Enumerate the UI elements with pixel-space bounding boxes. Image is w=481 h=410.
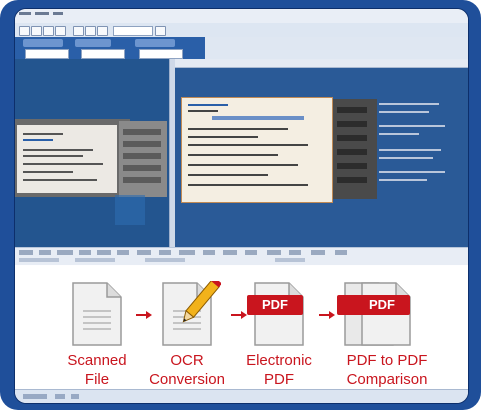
step-label-electronic: Electronic PDF	[246, 352, 312, 388]
ruler	[175, 59, 468, 68]
toolbar-button[interactable]	[19, 26, 30, 36]
toolbar-button[interactable]	[55, 26, 66, 36]
page-selector[interactable]	[25, 49, 69, 59]
pdf-badge: PDF	[247, 295, 303, 315]
left-pane-header	[15, 37, 205, 59]
scanned-page-thumbnail	[15, 119, 130, 197]
right-pane-header	[205, 37, 468, 59]
toolbar	[15, 23, 468, 38]
arrow-right-icon	[319, 307, 335, 319]
electronic-page-margin	[333, 99, 377, 199]
toolbar-button[interactable]	[73, 26, 84, 36]
app-screenshot: PDF PDF Scanned File OCR Conversion Elec…	[14, 8, 469, 404]
toolbar-dropdown[interactable]	[113, 26, 153, 36]
pane-decoration	[115, 195, 145, 225]
menu-item[interactable]	[35, 12, 49, 15]
arrow-right-icon	[231, 307, 247, 319]
scanned-image-pane[interactable]	[15, 59, 169, 247]
toolbar-button[interactable]	[85, 26, 96, 36]
comparison-text	[379, 99, 455, 199]
electronic-document-pane[interactable]	[175, 59, 468, 247]
step-label-ocr: OCR Conversion	[149, 352, 225, 388]
arrow-right-icon	[136, 307, 152, 319]
menu-item[interactable]	[19, 12, 31, 15]
promo-frame: PDF PDF Scanned File OCR Conversion Elec…	[0, 0, 481, 410]
pdf-document-icon: PDF	[247, 281, 305, 347]
pane-tab[interactable]	[135, 39, 175, 47]
pane-tab[interactable]	[75, 39, 111, 47]
scanned-page-margin	[119, 121, 167, 197]
electronic-page	[181, 97, 333, 203]
pane-tab[interactable]	[23, 39, 63, 47]
toolbar-button[interactable]	[31, 26, 42, 36]
toolbar-button[interactable]	[97, 26, 108, 36]
toolbar-button[interactable]	[43, 26, 54, 36]
step-label-comparison: PDF to PDF Comparison	[346, 352, 428, 388]
zoom-selector[interactable]	[81, 49, 125, 59]
pdf-document-icon: PDF	[354, 281, 412, 347]
pencil-document-icon	[161, 281, 221, 347]
status-bar	[15, 389, 468, 403]
menu-bar	[15, 9, 468, 23]
view-selector[interactable]	[139, 49, 183, 59]
step-label-scanned: Scanned File	[67, 352, 127, 388]
results-grid-header	[15, 247, 468, 266]
document-icon	[71, 281, 123, 347]
toolbar-button[interactable]	[155, 26, 166, 36]
pdf-badge: PDF	[354, 295, 410, 315]
menu-item[interactable]	[53, 12, 63, 15]
workflow-overlay: PDF PDF Scanned File OCR Conversion Elec…	[15, 265, 468, 389]
